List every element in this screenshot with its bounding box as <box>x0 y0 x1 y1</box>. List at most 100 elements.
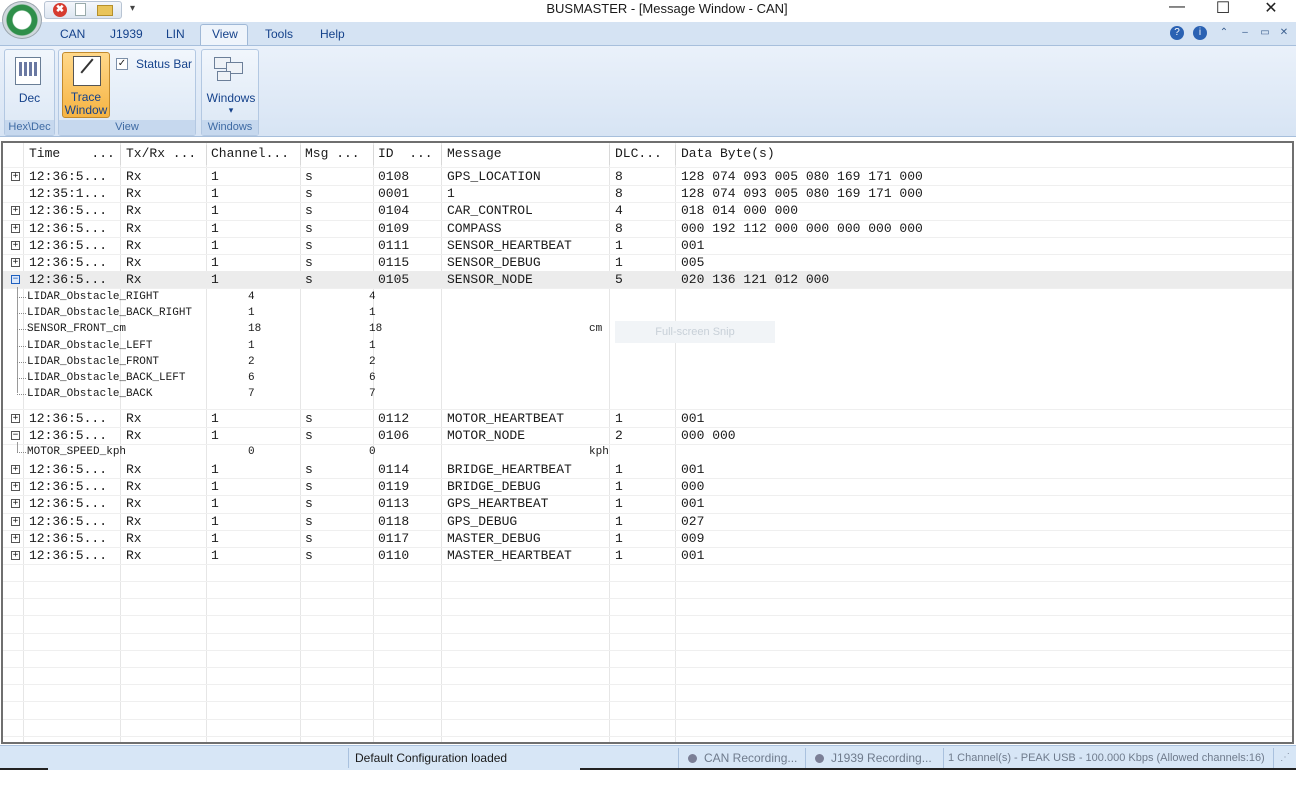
column-resize-handle[interactable] <box>441 145 442 165</box>
ribbon-panel: Dec Hex\Dec Trace Window ✓ Status Bar Vi… <box>0 45 1296 137</box>
cell-message: GPS_LOCATION <box>447 169 541 184</box>
mdi-restore-icon[interactable]: ▭ <box>1258 26 1272 40</box>
close-button[interactable]: ✕ <box>1256 0 1286 18</box>
signal-row[interactable]: LIDAR_Obstacle_RIGHT 4 4 <box>3 289 1292 305</box>
collapse-ribbon-icon[interactable]: ⌃ <box>1217 26 1231 40</box>
cell-direction: Rx <box>126 513 142 529</box>
row-gridline <box>3 633 1292 634</box>
column-header-channel[interactable]: Channel... <box>211 146 289 161</box>
tab-view[interactable]: View <box>212 27 238 41</box>
column-resize-handle[interactable] <box>373 145 374 165</box>
signal-row[interactable]: LIDAR_Obstacle_BACK_LEFT 6 6 <box>3 370 1292 386</box>
tab-help[interactable]: Help <box>320 27 345 41</box>
maximize-button[interactable]: ☐ <box>1208 0 1238 18</box>
table-row[interactable]: −12:36:5... Rx 1 s 0105 SENSOR_NODE 5 020 136 1… <box>3 271 1292 289</box>
cell-direction: Rx <box>126 496 142 512</box>
status-config: Default Configuration loaded <box>355 751 508 765</box>
column-resize-handle[interactable] <box>609 145 610 165</box>
message-list[interactable]: Time ... Tx/Rx ... Channel... Msg ... ID ...… <box>3 143 1292 742</box>
tab-j1939[interactable]: J1939 <box>110 27 143 41</box>
windows-group: Windows ▾ Windows <box>201 49 259 136</box>
column-header-time[interactable]: Time ... <box>29 146 115 161</box>
cell-data-bytes: 001 <box>681 548 705 563</box>
column-header-message[interactable]: Message <box>447 146 502 161</box>
table-row[interactable]: +12:36:5... Rx 1 s 0118 GPS_DEBUG 1 027 <box>3 513 1292 530</box>
cell-data-bytes: 027 <box>681 513 705 529</box>
cell-dlc: 1 <box>615 462 623 477</box>
collapse-icon[interactable]: − <box>11 275 20 285</box>
table-row[interactable]: +12:36:5... Rx 1 s 0119 BRIDGE_DEBUG 1 000 <box>3 478 1292 495</box>
expand-icon[interactable]: + <box>11 516 20 526</box>
column-resize-handle[interactable] <box>206 145 207 165</box>
mdi-close-icon[interactable]: ✕ <box>1277 26 1291 40</box>
table-row[interactable]: +12:36:5... Rx 1 s 0117 MASTER_DEBUG 1 009 <box>3 530 1292 547</box>
expand-icon[interactable]: + <box>11 258 20 267</box>
tab-tools[interactable]: Tools <box>265 27 293 41</box>
column-header-data-bytes[interactable]: Data Byte(s) <box>681 146 775 161</box>
mdi-minimize-icon[interactable]: – <box>1238 26 1252 40</box>
table-row[interactable]: +12:36:5... Rx 1 s 0113 GPS_HEARTBEAT 1 001 <box>3 495 1292 512</box>
cell-channel: 1 <box>211 530 219 546</box>
signal-row[interactable]: MOTOR_SPEED_kph 0 0 kph <box>3 444 1292 460</box>
tab-can[interactable]: CAN <box>60 27 85 41</box>
column-header-msg-type[interactable]: Msg ... <box>305 146 360 161</box>
cell-message: SENSOR_NODE <box>447 272 533 288</box>
hexdec-group: Dec Hex\Dec <box>4 49 55 136</box>
expand-icon[interactable]: + <box>11 414 20 423</box>
table-row[interactable]: +12:36:5... Rx 1 s 0108 GPS_LOCATION 8 128 074 … <box>3 168 1292 185</box>
table-row[interactable]: +12:36:5... Rx 1 s 0112 MOTOR_HEARTBEAT 1 001 <box>3 410 1292 427</box>
cell-time: 12:36:5... <box>29 203 108 219</box>
expand-icon[interactable]: + <box>11 465 20 474</box>
expand-icon[interactable]: + <box>11 533 20 543</box>
cell-direction: Rx <box>126 411 142 426</box>
dec-button[interactable]: Dec <box>5 50 54 118</box>
table-row[interactable]: +12:36:5... Rx 1 s 0111 SENSOR_HEARTBEAT 1 001 <box>3 237 1292 254</box>
signal-row[interactable]: LIDAR_Obstacle_FRONT 2 2 <box>3 354 1292 370</box>
cell-channel: 1 <box>211 428 219 444</box>
resize-grip-icon[interactable]: ⋰ <box>1280 749 1290 767</box>
expand-icon[interactable]: + <box>11 482 20 492</box>
column-resize-handle[interactable] <box>300 145 301 165</box>
windows-group-label: Windows <box>202 120 258 135</box>
cell-id: 0117 <box>378 530 410 546</box>
can-recording-label: CAN Recording... <box>704 751 798 765</box>
expand-icon[interactable]: + <box>11 240 20 250</box>
table-row[interactable]: 12:35:1... Rx 1 s 0001 1 8 128 074 093 005 080 … <box>3 185 1292 202</box>
cell-message: BRIDGE_DEBUG <box>447 479 541 495</box>
table-row[interactable]: +12:36:5... Rx 1 s 0109 COMPASS 8 000 192 112 0… <box>3 220 1292 237</box>
expand-icon[interactable]: + <box>11 206 20 216</box>
app-logo-icon[interactable] <box>2 1 42 39</box>
expand-icon[interactable]: + <box>11 172 20 181</box>
table-row[interactable]: −12:36:5... Rx 1 s 0106 MOTOR_NODE 2 000 000 <box>3 427 1292 444</box>
column-resize-handle[interactable] <box>120 145 121 165</box>
expand-icon[interactable]: + <box>11 499 20 509</box>
help-icon[interactable]: ? <box>1170 26 1184 40</box>
expand-icon[interactable]: + <box>11 223 20 233</box>
table-row[interactable]: +12:36:5... Rx 1 s 0104 CAR_CONTROL 4 018 014 0… <box>3 202 1292 219</box>
row-gridline <box>3 564 1292 565</box>
window-title: BUSMASTER - [Message Window - CAN] <box>546 1 788 16</box>
column-header-dlc[interactable]: DLC... <box>615 146 662 161</box>
signal-row[interactable]: LIDAR_Obstacle_BACK_RIGHT 1 1 <box>3 305 1292 321</box>
cell-id: 0112 <box>378 411 410 426</box>
collapse-icon[interactable]: − <box>11 431 20 441</box>
cell-data-bytes: 128 074 093 005 080 169 171 000 <box>681 169 923 184</box>
table-row[interactable]: +12:36:5... Rx 1 s 0110 MASTER_HEARTBEAT 1 001 <box>3 547 1292 564</box>
info-icon[interactable]: i <box>1193 26 1207 40</box>
table-row[interactable]: +12:36:5... Rx 1 s 0115 SENSOR_DEBUG 1 005 <box>3 254 1292 271</box>
tab-lin[interactable]: LIN <box>166 27 185 41</box>
column-resize-handle[interactable] <box>675 145 676 165</box>
column-header-id[interactable]: ID ... <box>378 146 433 161</box>
cell-direction: Rx <box>126 186 142 202</box>
minimize-button[interactable]: — <box>1162 0 1192 18</box>
row-selection-highlight <box>3 271 1292 289</box>
cell-message: MASTER_HEARTBEAT <box>447 548 572 563</box>
windows-button[interactable]: Windows ▾ <box>202 50 258 118</box>
cell-dlc: 1 <box>615 548 623 563</box>
signal-row[interactable]: LIDAR_Obstacle_BACK 7 7 <box>3 386 1292 402</box>
column-header-direction[interactable]: Tx/Rx ... <box>126 146 196 161</box>
status-bar-checkbox[interactable]: ✓ <box>116 58 128 70</box>
table-row[interactable]: +12:36:5... Rx 1 s 0114 BRIDGE_HEARTBEAT 1 001 <box>3 461 1292 478</box>
expand-icon[interactable]: + <box>11 551 20 560</box>
trace-window-button[interactable]: Trace Window <box>62 52 110 118</box>
